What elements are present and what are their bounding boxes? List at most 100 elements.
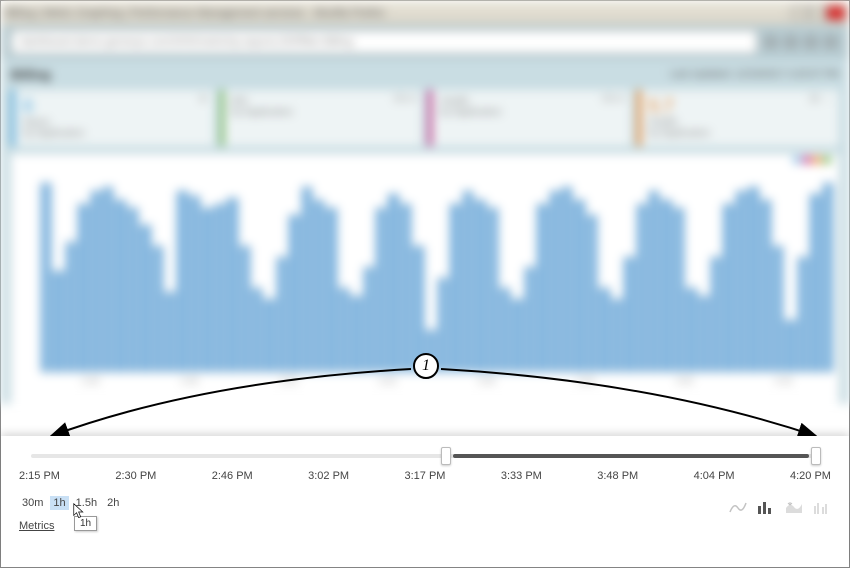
chart-xtick: 3:30 [437, 376, 536, 386]
metrics-link[interactable]: Metrics [19, 520, 122, 532]
chart-bar [115, 200, 125, 372]
chart-bar [202, 208, 212, 372]
card-corner: ★ [199, 94, 208, 105]
cursor-icon [73, 503, 87, 521]
window-close-icon[interactable] [827, 6, 845, 20]
chart-bar [785, 320, 795, 373]
chart-xtick: 4:15 [734, 376, 833, 386]
timeline-tick: 2:46 PM [212, 470, 253, 482]
summary-card[interactable]: 0% ▾ Health by Application [428, 90, 631, 146]
chart-bar [264, 299, 274, 373]
chart-bar [252, 288, 262, 372]
chart-xtick: 2:30 [41, 376, 140, 386]
chart-bar [190, 196, 200, 372]
bookmark-icon[interactable] [803, 34, 819, 50]
chart-bar [637, 204, 647, 372]
chart-bar [339, 288, 349, 372]
url-field[interactable]: dashboard.demo.genesys.com/0/#0/metrichp… [11, 30, 757, 54]
reader-mode-icon[interactable] [763, 34, 779, 50]
chart-bar [413, 246, 423, 372]
chart-xaxis: 2:302:453:003:153:303:454:004:15 [41, 376, 833, 386]
timeline-tick: 3:33 PM [501, 470, 542, 482]
chart-bar [351, 296, 361, 372]
timeline-tick: 3:02 PM [308, 470, 349, 482]
card-label: Name [23, 117, 206, 128]
chart-bars [41, 162, 833, 372]
chart-bar [177, 191, 187, 372]
range-option-1h[interactable]: 1h [50, 496, 68, 510]
chart-bar [736, 191, 746, 372]
chart-bar [512, 299, 522, 373]
range-option-2h[interactable]: 2h [104, 496, 122, 510]
card-corner: 3h → [809, 94, 833, 105]
page-header: Billing Last Updated: 12/19/2017 4:20:57… [11, 67, 839, 82]
url-text: dashboard.demo.genesys.com/0/#0/metrichp… [20, 36, 353, 48]
range-buttons: 30m1h1.5h2h [19, 496, 122, 510]
chart-bar [661, 200, 671, 372]
timeline-tick: 3:17 PM [405, 470, 446, 482]
chart-bar [401, 204, 411, 372]
chart-bar [165, 292, 175, 372]
chart-bar [91, 191, 101, 372]
legend-dot-icon [793, 156, 801, 164]
slider-handle-right[interactable] [811, 447, 821, 465]
chart-xtick: 4:00 [635, 376, 734, 386]
chart-bar [550, 191, 560, 372]
chart-bar [624, 257, 634, 373]
chart-bar [78, 204, 88, 372]
chart-bar [41, 183, 51, 372]
window-minimize-icon[interactable] [791, 6, 809, 20]
legend-dot-icon [813, 156, 821, 164]
chart-bar [277, 257, 287, 373]
card-label: Health [649, 117, 832, 128]
chart-bar [773, 246, 783, 372]
chart-bar [66, 242, 76, 372]
menu-icon[interactable] [823, 34, 839, 50]
slider-handle-left[interactable] [441, 447, 451, 465]
summary-card[interactable]: 0% ▾ B/A by Application [220, 90, 423, 146]
timeline-tick: 2:15 PM [19, 470, 60, 482]
bar-chart-icon[interactable] [757, 500, 775, 514]
card-sub: by Application [232, 107, 415, 118]
chart-bar [128, 208, 138, 372]
chart-bar [475, 200, 485, 372]
chart-bar [761, 200, 771, 372]
grouped-chart-icon[interactable] [813, 500, 831, 514]
chart-bar [599, 288, 609, 372]
chart-bar [810, 194, 820, 373]
browser-addressbar: dashboard.demo.genesys.com/0/#0/metrichp… [1, 25, 849, 59]
area-chart-icon[interactable] [785, 500, 803, 514]
chart-bar [227, 198, 237, 372]
chart-bar [53, 271, 63, 372]
page-title: Billing [11, 67, 51, 82]
window-maximize-icon[interactable] [809, 6, 827, 20]
timeline-tick: 4:20 PM [790, 470, 831, 482]
timeline-tick: 3:48 PM [597, 470, 638, 482]
chart-bar [438, 278, 448, 373]
summary-cards: ★ 6 Name by Application 0% ▾ B/A by Appl… [11, 90, 839, 146]
chart-bar [240, 246, 250, 372]
chart-bar [649, 191, 659, 372]
range-option-30m[interactable]: 30m [19, 496, 46, 510]
chart-bar [525, 267, 535, 372]
timeline-ticks: 2:15 PM2:30 PM2:46 PM3:02 PM3:17 PM3:33 … [19, 470, 831, 482]
line-chart-icon[interactable] [729, 500, 747, 514]
summary-card[interactable]: 3h → 5.7 Health by Application [637, 90, 840, 146]
timeline-panel: 2:15 PM2:30 PM2:46 PM3:02 PM3:17 PM3:33 … [1, 436, 849, 567]
summary-card[interactable]: ★ 6 Name by Application [11, 90, 214, 146]
card-label: Health [440, 96, 623, 107]
window-title: Billing | Metric Graphing | Performance … [5, 7, 385, 19]
timeline-slider[interactable] [31, 450, 819, 462]
browser-tool-icons [763, 34, 839, 50]
slider-fill [453, 454, 809, 458]
range-and-metrics: 30m1h1.5h2h Metrics 1h [19, 496, 122, 532]
chart-bar [140, 225, 150, 372]
pocket-icon[interactable] [783, 34, 799, 50]
card-value: 6 [23, 96, 206, 117]
chart-bar [748, 187, 758, 372]
chart-bar [612, 299, 622, 373]
main-chart[interactable]: 2:302:453:003:153:303:454:004:15 [11, 154, 839, 404]
card-corner: 0% ▾ [394, 94, 416, 105]
card-label: B/A [232, 96, 415, 107]
legend-dot-icon [823, 156, 831, 164]
